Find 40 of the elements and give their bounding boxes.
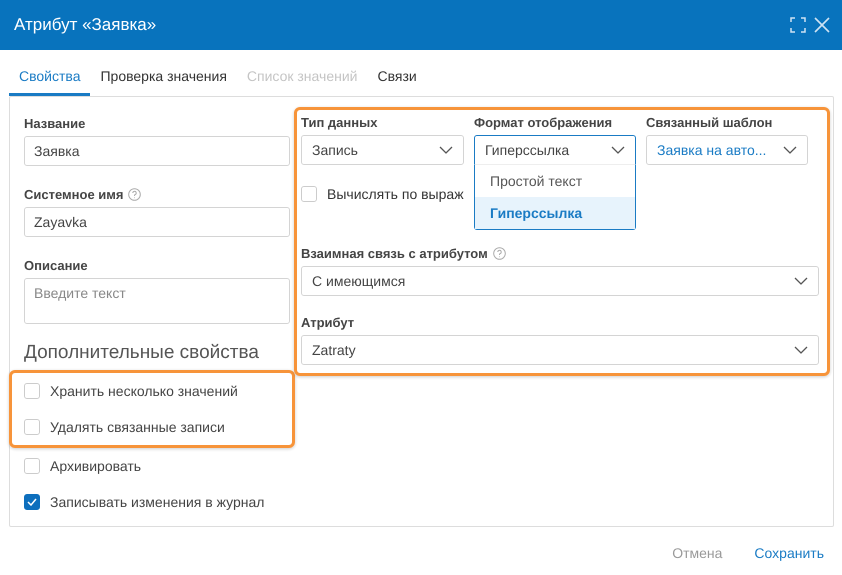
checkbox-label: Хранить несколько значений — [50, 383, 238, 399]
maximize-icon[interactable] — [790, 17, 806, 33]
field-label: Системное имя — [24, 187, 124, 202]
select-field[interactable]: Zatraty — [301, 335, 819, 365]
chevron-icon — [794, 277, 808, 285]
field-label: Название — [24, 116, 86, 131]
close-icon[interactable] — [814, 17, 830, 33]
help-icon[interactable] — [128, 188, 142, 201]
section-title: Дополнительные свойства — [24, 342, 260, 364]
tab[interactable]: Свойства — [9, 62, 90, 96]
menu-item[interactable]: Простой текст — [475, 165, 635, 197]
tab[interactable]: Связи — [367, 62, 427, 96]
checkbox-label: Удалять связанные записи — [50, 419, 225, 435]
select-field[interactable]: Гиперссылка — [474, 135, 636, 165]
checkbox-label: Вычислять по выраж — [327, 186, 464, 202]
save-button[interactable]: Сохранить — [754, 545, 824, 561]
select-field[interactable]: Запись — [301, 135, 464, 165]
field-label: Связанный шаблон — [646, 115, 772, 130]
chevron-icon — [611, 146, 625, 154]
field-label: Атрибут — [301, 315, 354, 330]
input-field[interactable]: Заявка — [24, 136, 290, 166]
select-field[interactable]: С имеющимся — [301, 266, 819, 296]
chevron-icon — [783, 146, 797, 154]
window-title: Атрибут «Заявка» — [14, 15, 158, 35]
select-field[interactable]: Заявка на авто... — [646, 135, 808, 165]
description-field[interactable]: Введите текст — [24, 278, 290, 324]
chevron-icon — [439, 146, 453, 154]
checkbox[interactable] — [24, 494, 40, 510]
field-label: Взаимная связь с атрибутом — [301, 246, 488, 261]
input-field[interactable]: Zayavka — [24, 207, 290, 237]
check-icon — [27, 498, 37, 506]
field-label: Тип данных — [301, 115, 378, 130]
checkbox-label: Архивировать — [50, 458, 142, 474]
help-icon[interactable] — [492, 247, 506, 260]
chevron-icon — [794, 346, 808, 354]
checkbox-label: Записывать изменения в журнал — [50, 494, 264, 510]
menu-item[interactable]: Гиперссылка — [475, 197, 635, 229]
field-label: Описание — [24, 258, 88, 273]
tab[interactable]: Проверка значения — [90, 62, 237, 96]
field-label: Формат отображения — [474, 115, 612, 130]
